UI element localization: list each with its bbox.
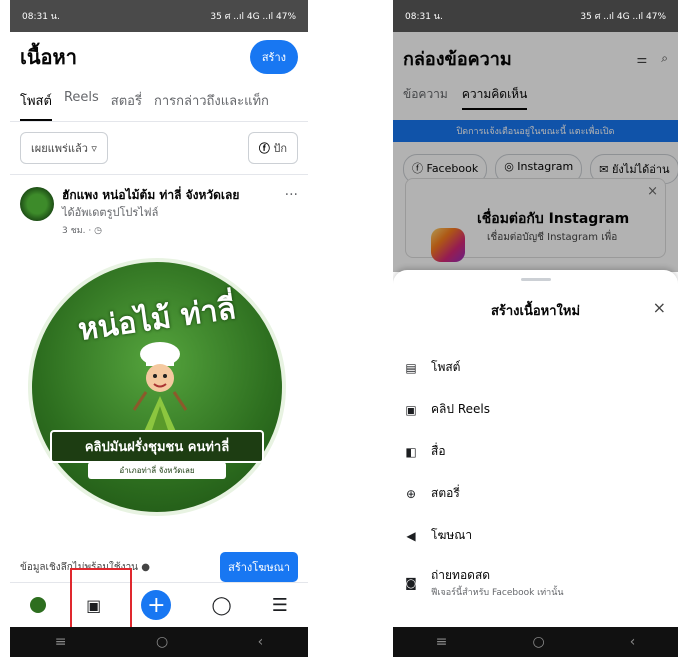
pin-button[interactable]: ⓕ ปัก	[247, 132, 298, 164]
post-timestamp: 3 ชม. · ◷	[62, 226, 102, 236]
option-live-text: ถ่ายทอดสด ฟีเจอร์นี้สำหรับ Facebook เท่า…	[431, 566, 564, 599]
chevron-down-icon: ▿	[91, 142, 97, 155]
tab-posts[interactable]: โพสต์	[20, 84, 52, 121]
option-live-label: ถ่ายทอดสด	[431, 568, 491, 582]
post-info: ฮักแพง หน่อไม้ต้ม ท่าลี่ จังหวัดเลย ได้อ…	[62, 187, 239, 237]
profile-nav-avatar[interactable]	[30, 597, 47, 613]
chef-illustration	[132, 342, 188, 436]
option-ad-label: โฆษณา	[431, 528, 473, 542]
status-indicators: 35 ศ ..ıl 4G ..ıl 47%	[580, 12, 666, 22]
android-nav-bar: ≡ ○ ‹	[393, 627, 678, 657]
option-post-label: โพสต์	[431, 360, 461, 374]
profile-picture-image[interactable]: หน่อไม้ ท่าลี่ คลิปมันฝรั่งชุมชน คนท่าลี…	[28, 258, 286, 516]
published-dropdown[interactable]: เผยแพร่แล้ว ▿	[20, 132, 108, 164]
create-content-sheet: สร้างเนื้อหาใหม่ × ▤ โพสต์ ▣ คลิป Reels …	[393, 270, 678, 627]
option-live[interactable]: ◙ ถ่ายทอดสด ฟีเจอร์นี้สำหรับ Facebook เท…	[403, 566, 564, 599]
reels-icon: ▣	[405, 402, 417, 417]
recents-icon[interactable]: ≡	[55, 634, 67, 650]
option-media-label: สื่อ	[431, 444, 446, 458]
highlight-box	[70, 568, 132, 636]
pin-label: ปัก	[273, 142, 287, 155]
option-post[interactable]: ▤ โพสต์	[403, 358, 460, 377]
sheet-handle[interactable]	[521, 278, 551, 281]
option-story-label: สตอรี่	[431, 486, 460, 500]
create-button[interactable]: สร้าง	[249, 40, 298, 74]
create-ad-button[interactable]: สร้างโฆษณา	[220, 552, 298, 582]
option-live-subtitle: ฟีเจอร์นี้สำหรับ Facebook เท่านั้น	[431, 588, 564, 598]
image-banner-sub: อำเภอท่าลี่ จังหวัดเลย	[88, 462, 226, 479]
content-tabs: โพสต์ Reels สตอรี่ การกล่าวถึงและแท็ก	[10, 80, 308, 122]
sheet-title: สร้างเนื้อหาใหม่	[490, 304, 581, 319]
insight-row: ข้อมูลเชิงลึกไม่พร้อมใช้งาน ● สร้างโฆษณา	[20, 552, 298, 582]
facebook-icon: ⓕ	[258, 142, 270, 155]
bottom-navigation: ▣ + ◯ ☰	[10, 582, 308, 627]
menu-icon[interactable]: ☰	[272, 595, 288, 616]
home-icon[interactable]: ○	[532, 634, 544, 650]
media-icon: ◧	[405, 444, 417, 459]
post-icon: ▤	[405, 360, 417, 375]
page-avatar[interactable]	[20, 187, 54, 221]
page-title: เนื้อหา	[20, 45, 77, 69]
home-icon[interactable]: ○	[156, 634, 168, 650]
status-bar: 08:31 น. 35 ศ ..ıl 4G ..ıl 47%	[10, 0, 308, 32]
option-reels-label: คลิป Reels	[431, 402, 490, 416]
tab-reels[interactable]: Reels	[64, 84, 99, 121]
inbox-nav-icon[interactable]: ◯	[212, 595, 232, 616]
published-label: เผยแพร่แล้ว	[31, 142, 88, 155]
close-icon[interactable]: ×	[653, 298, 666, 317]
post-subtitle: ได้อัพเดตรูปโปรไฟล์	[62, 206, 159, 219]
option-media[interactable]: ◧ สื่อ	[403, 442, 446, 461]
tab-mentions[interactable]: การกล่าวถึงและแท็ก	[154, 84, 269, 121]
tab-stories[interactable]: สตอรี่	[111, 84, 142, 121]
option-reels[interactable]: ▣ คลิป Reels	[403, 400, 490, 419]
content-screen: 08:31 น. 35 ศ ..ıl 4G ..ıl 47% เนื้อหา ส…	[10, 0, 308, 657]
post-header: ฮักแพง หน่อไม้ต้ม ท่าลี่ จังหวัดเลย ได้อ…	[10, 175, 308, 237]
plus-icon[interactable]: +	[141, 590, 172, 620]
status-time: 08:31 น.	[405, 12, 443, 22]
modal-backdrop[interactable]	[393, 32, 678, 272]
more-options-icon[interactable]: ···	[285, 187, 298, 237]
content-header: เนื้อหา สร้าง	[10, 32, 308, 80]
option-ad[interactable]: ◀ โฆษณา	[403, 526, 472, 545]
live-icon: ◙	[405, 575, 417, 590]
back-icon[interactable]: ‹	[258, 634, 264, 650]
megaphone-icon: ◀	[406, 528, 416, 543]
story-icon: ⊕	[405, 486, 417, 501]
status-bar: 08:31 น. 35 ศ ..ıl 4G ..ıl 47%	[393, 0, 678, 32]
post-author[interactable]: ฮักแพง หน่อไม้ต้ม ท่าลี่ จังหวัดเลย	[62, 187, 239, 203]
android-nav-bar: ≡ ○ ‹	[10, 627, 308, 657]
filter-bar: เผยแพร่แล้ว ▿ ⓕ ปัก	[10, 122, 308, 175]
status-indicators: 35 ศ ..ıl 4G ..ıl 47%	[210, 12, 296, 22]
back-icon[interactable]: ‹	[630, 634, 636, 650]
recents-icon[interactable]: ≡	[436, 634, 448, 650]
inbox-screen: 08:31 น. 35 ศ ..ıl 4G ..ıl 47% กล่องข้อค…	[393, 0, 678, 657]
option-story[interactable]: ⊕ สตอรี่	[403, 484, 460, 503]
status-time: 08:31 น.	[22, 12, 60, 22]
image-banner: คลิปมันฝรั่งชุมชน คนท่าลี่	[50, 430, 264, 463]
info-icon[interactable]: ●	[141, 562, 150, 573]
